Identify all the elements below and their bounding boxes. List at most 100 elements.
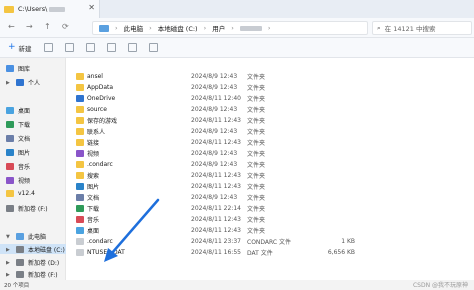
- sidebar-item-drive-f2[interactable]: ▶ 新加卷 (F:): [6, 270, 58, 279]
- search-input[interactable]: ⌕ 在 14121 中搜索: [372, 21, 472, 35]
- close-icon[interactable]: ✕: [88, 3, 95, 12]
- new-button[interactable]: + 新建: [8, 43, 32, 53]
- navigation-pane: 图库 ▶ 个人 桌面 下载 文档 图片 音乐 视频 v12.4 新加卷 (F:) …: [0, 58, 66, 280]
- cloud-icon: [76, 95, 84, 102]
- delete-icon[interactable]: [148, 43, 158, 52]
- chevron-down-icon[interactable]: ▼: [6, 234, 12, 240]
- folder-icon: [76, 128, 84, 135]
- desktop-icon: [76, 227, 84, 234]
- file-row[interactable]: source 2024/8/9 12:43 文件夹: [76, 104, 406, 115]
- file-name: 链接: [87, 139, 100, 147]
- file-row[interactable]: .condarc 2024/8/11 23:37 CONDARC 文件 1 KB: [76, 236, 406, 247]
- chevron-right-icon[interactable]: ▶: [6, 80, 12, 86]
- file-row[interactable]: OneDrive 2024/8/11 12:40 文件夹: [76, 93, 406, 104]
- sidebar-item-label: 桌面: [18, 108, 31, 115]
- tab-title: C:\Users\: [18, 5, 48, 13]
- file-date: 2024/8/11 12:43: [191, 138, 241, 146]
- cut-icon[interactable]: [43, 43, 53, 52]
- chevron-right-icon[interactable]: ▶: [6, 247, 12, 253]
- breadcrumb-item-pc[interactable]: 此电脑: [124, 23, 144, 33]
- file-row[interactable]: 联系人 2024/8/9 12:43 文件夹: [76, 126, 406, 137]
- file-date: 2024/8/9 12:43: [191, 83, 238, 91]
- file-row[interactable]: 下载 2024/8/11 22:14 文件夹: [76, 203, 406, 214]
- file-icon: [76, 238, 84, 245]
- file-type: 文件夹: [247, 128, 266, 136]
- sidebar-item-label: 图片: [18, 150, 31, 157]
- sidebar-item-documents[interactable]: 文档: [6, 134, 30, 143]
- file-row[interactable]: .condarc 2024/8/9 12:43 文件夹: [76, 159, 406, 170]
- sidebar-item-v12-4[interactable]: v12.4: [6, 190, 35, 197]
- file-list: ansel 2024/8/9 12:43 文件夹 AppData 2024/8/9 1…: [66, 58, 474, 280]
- breadcrumb-separator: ›: [231, 24, 234, 32]
- sidebar-item-drive-d[interactable]: ▶ 新加卷 (D:): [6, 258, 59, 267]
- file-row[interactable]: 图片 2024/8/11 12:43 文件夹: [76, 181, 406, 192]
- document-icon: [76, 194, 84, 201]
- sidebar-item-label: v12.4: [18, 190, 35, 197]
- music-icon: [76, 216, 84, 223]
- plus-icon: +: [8, 42, 16, 52]
- file-row[interactable]: NTUSER.DAT 2024/8/11 16:55 DAT 文件 6,656 KB: [76, 247, 406, 258]
- file-row[interactable]: 视频 2024/8/9 12:43 文件夹: [76, 148, 406, 159]
- sidebar-item-videos[interactable]: 视频: [6, 176, 30, 185]
- file-date: 2024/8/9 12:43: [191, 193, 238, 201]
- sidebar-item-personal[interactable]: ▶ 个人: [6, 78, 40, 87]
- sidebar-item-label: 新加卷 (D:): [28, 260, 60, 267]
- sidebar-item-pictures[interactable]: 图片: [6, 148, 30, 157]
- file-type: 文件夹: [247, 161, 266, 169]
- back-icon[interactable]: ←: [8, 22, 15, 31]
- download-icon: [76, 205, 84, 212]
- sidebar-item-this-pc[interactable]: ▼ 此电脑: [6, 232, 46, 241]
- drive-icon: [16, 246, 24, 253]
- file-row[interactable]: 文档 2024/8/9 12:43 文件夹: [76, 192, 406, 203]
- breadcrumb-item-users[interactable]: 用户: [212, 23, 225, 33]
- sidebar-item-downloads[interactable]: 下载: [6, 120, 30, 129]
- sidebar-item-gallery[interactable]: 图库: [6, 64, 30, 73]
- breadcrumb[interactable]: › 此电脑 › 本地磁盘 (C:) › 用户 › ›: [92, 21, 368, 35]
- file-row[interactable]: 音乐 2024/8/11 12:43 文件夹: [76, 214, 406, 225]
- file-row[interactable]: 保存的游戏 2024/8/11 12:43 文件夹: [76, 115, 406, 126]
- status-bar: 20 个项目: [0, 280, 474, 290]
- paste-icon[interactable]: [85, 43, 95, 52]
- file-date: 2024/8/11 12:43: [191, 182, 241, 190]
- file-row[interactable]: AppData 2024/8/9 12:43 文件夹: [76, 82, 406, 93]
- new-label: 新建: [18, 44, 32, 53]
- window-tab[interactable]: C:\Users\ ✕: [0, 0, 100, 18]
- picture-icon: [6, 149, 14, 156]
- rename-icon[interactable]: [106, 43, 116, 52]
- file-name: AppData: [87, 83, 114, 91]
- sidebar-item-label: 个人: [28, 80, 41, 87]
- sidebar-item-label: 音乐: [18, 164, 31, 171]
- file-type: DAT 文件: [247, 249, 273, 257]
- folder-icon: [76, 106, 84, 113]
- file-type: 文件夹: [247, 73, 266, 81]
- folder-icon: [4, 5, 14, 13]
- chevron-right-icon[interactable]: ▶: [6, 260, 12, 266]
- file-row[interactable]: 链接 2024/8/11 12:43 文件夹: [76, 137, 406, 148]
- share-icon[interactable]: [127, 43, 137, 52]
- sidebar-item-c-drive[interactable]: ▶ 本地磁盘 (C:): [6, 245, 65, 254]
- sidebar-item-label: 本地磁盘 (C:): [28, 247, 65, 254]
- breadcrumb-separator: ›: [115, 24, 118, 32]
- cloud-icon: [16, 79, 24, 86]
- drive-icon: [16, 271, 24, 278]
- file-date: 2024/8/9 12:43: [191, 160, 238, 168]
- refresh-icon[interactable]: ⟳: [62, 22, 69, 31]
- up-icon[interactable]: ↑: [44, 22, 51, 31]
- file-row[interactable]: 搜索 2024/8/11 12:43 文件夹: [76, 170, 406, 181]
- file-type: 文件夹: [247, 150, 266, 158]
- file-date: 2024/8/11 12:40: [191, 94, 241, 102]
- breadcrumb-item-c-drive[interactable]: 本地磁盘 (C:): [158, 23, 198, 33]
- file-row[interactable]: 桌面 2024/8/11 12:43 文件夹: [76, 225, 406, 236]
- sidebar-item-music[interactable]: 音乐: [6, 162, 30, 171]
- redacted-username: [49, 6, 66, 12]
- file-name: 视频: [87, 150, 100, 158]
- sidebar-item-desktop[interactable]: 桌面: [6, 106, 30, 115]
- file-row[interactable]: ansel 2024/8/9 12:43 文件夹: [76, 71, 406, 82]
- file-date: 2024/8/11 12:43: [191, 226, 241, 234]
- sidebar-item-drive-f[interactable]: 新加卷 (F:): [6, 204, 48, 213]
- copy-icon[interactable]: [64, 43, 74, 52]
- chevron-right-icon[interactable]: ▶: [6, 272, 12, 278]
- search-icon: ⌕: [377, 23, 381, 32]
- forward-icon[interactable]: →: [26, 22, 33, 31]
- file-date: 2024/8/11 23:37: [191, 237, 241, 245]
